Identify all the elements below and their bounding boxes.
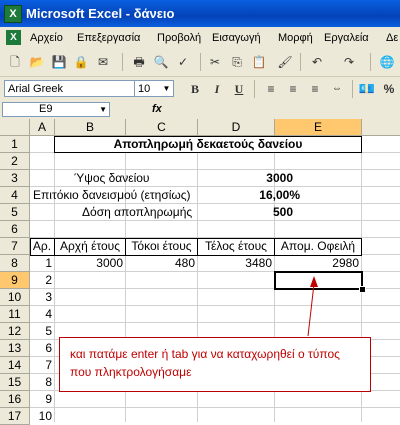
instruction-callout: και πατάμε enter ή tab για να καταχωρηθε… — [59, 337, 371, 392]
callout-text: και πατάμε enter ή tab για να καταχωρηθε… — [70, 347, 340, 379]
